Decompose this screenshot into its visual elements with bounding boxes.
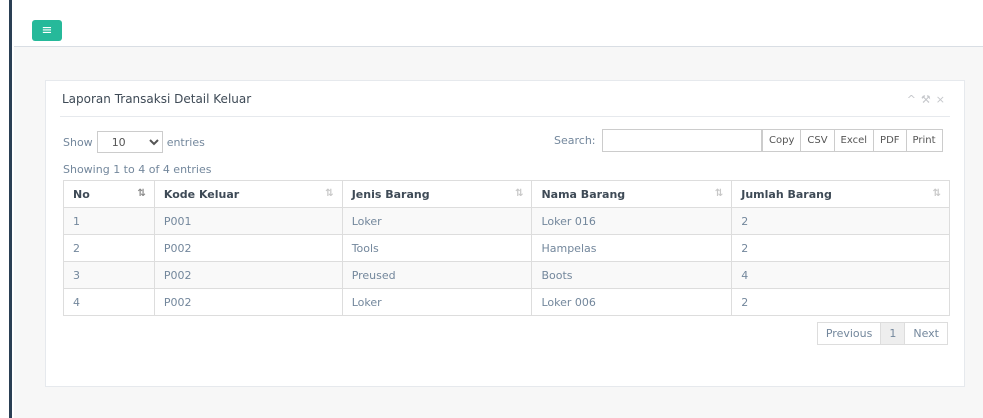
page-1-button[interactable]: 1 xyxy=(880,322,906,345)
panel-divider xyxy=(60,116,950,117)
table-row: 2 P002 Tools Hampelas 2 xyxy=(63,234,950,262)
cell-nama-barang: Loker 006 xyxy=(531,288,733,316)
report-table: No ⇅ Kode Keluar ⇅ Jenis Barang ⇅ Nama Bara… xyxy=(63,180,950,316)
entries-length-control: Show 10 entries xyxy=(63,131,205,153)
csv-button[interactable]: CSV xyxy=(800,129,835,152)
cell-jumlah-barang: 4 xyxy=(731,261,950,289)
sort-icon: ⇅ xyxy=(714,188,724,199)
panel-tools: ^⚒× xyxy=(907,93,950,106)
sort-icon: ⇅ xyxy=(932,188,941,199)
table-header-row: No ⇅ Kode Keluar ⇅ Jenis Barang ⇅ Nama Bara… xyxy=(63,180,950,208)
top-nav-inner: ≡ xyxy=(14,0,983,46)
menu-toggle-button[interactable]: ≡ xyxy=(32,20,62,41)
cell-kode-keluar: P002 xyxy=(153,288,343,316)
excel-button[interactable]: Excel xyxy=(833,129,875,152)
cell-no: 3 xyxy=(63,261,155,289)
hamburger-icon: ≡ xyxy=(41,23,53,38)
export-buttons: Copy CSV Excel PDF Print xyxy=(762,129,943,152)
report-panel: Laporan Transaksi Detail Keluar ^⚒× Show… xyxy=(45,80,965,387)
collapse-icon[interactable]: ^ xyxy=(907,93,921,106)
previous-page-button[interactable]: Previous xyxy=(816,322,882,345)
table-info: Showing 1 to 4 of 4 entries xyxy=(63,163,212,176)
cell-no: 4 xyxy=(63,288,155,316)
show-label: Show xyxy=(63,135,93,149)
search-input[interactable] xyxy=(601,129,762,152)
cell-no: 2 xyxy=(63,234,155,262)
copy-button[interactable]: Copy xyxy=(762,129,802,152)
cell-jenis-barang: Loker xyxy=(341,288,533,316)
cell-jenis-barang: Loker xyxy=(341,207,533,235)
close-icon[interactable]: × xyxy=(936,93,950,106)
cell-jenis-barang: Tools xyxy=(341,234,533,262)
cell-jumlah-barang: 2 xyxy=(731,234,950,262)
pdf-button[interactable]: PDF xyxy=(873,129,907,152)
table-row: 1 P001 Loker Loker 016 2 xyxy=(63,207,950,235)
cell-jenis-barang: Preused xyxy=(341,261,533,289)
column-header-jenis-barang[interactable]: Jenis Barang ⇅ xyxy=(341,180,533,208)
sort-icon: ⇅ xyxy=(325,188,334,199)
column-header-nama-barang[interactable]: Nama Barang ⇅ xyxy=(531,180,733,208)
entries-select[interactable]: 10 xyxy=(96,131,163,153)
entries-label: entries xyxy=(166,135,205,149)
cell-kode-keluar: P002 xyxy=(153,234,343,262)
left-sidebar-edge xyxy=(0,0,14,418)
table-row: 4 P002 Loker Loker 006 2 xyxy=(63,288,950,316)
cell-nama-barang: Loker 016 xyxy=(531,207,733,235)
cell-kode-keluar: P001 xyxy=(153,207,343,235)
cell-jumlah-barang: 2 xyxy=(731,288,950,316)
sidebar-stripe xyxy=(9,0,12,418)
search-control: Search: xyxy=(554,129,762,152)
search-label: Search: xyxy=(554,134,596,147)
cell-kode-keluar: P002 xyxy=(153,261,343,289)
wrench-icon[interactable]: ⚒ xyxy=(921,93,936,106)
sort-asc-icon: ⇅ xyxy=(137,188,146,199)
cell-nama-barang: Hampelas xyxy=(531,234,733,262)
panel-title: Laporan Transaksi Detail Keluar xyxy=(62,92,252,106)
table-row: 3 P002 Preused Boots 4 xyxy=(63,261,950,289)
column-header-jumlah-barang[interactable]: Jumlah Barang ⇅ xyxy=(731,180,950,208)
cell-nama-barang: Boots xyxy=(531,261,733,289)
print-button[interactable]: Print xyxy=(905,129,943,152)
cell-jumlah-barang: 2 xyxy=(731,207,950,235)
sort-icon: ⇅ xyxy=(515,188,524,199)
top-nav: ≡ xyxy=(14,0,983,47)
cell-no: 1 xyxy=(63,207,155,235)
pagination: Previous 1 Next xyxy=(816,322,948,345)
next-page-button[interactable]: Next xyxy=(904,322,948,345)
column-header-kode-keluar[interactable]: Kode Keluar ⇅ xyxy=(153,180,343,208)
column-header-no[interactable]: No ⇅ xyxy=(63,180,155,208)
